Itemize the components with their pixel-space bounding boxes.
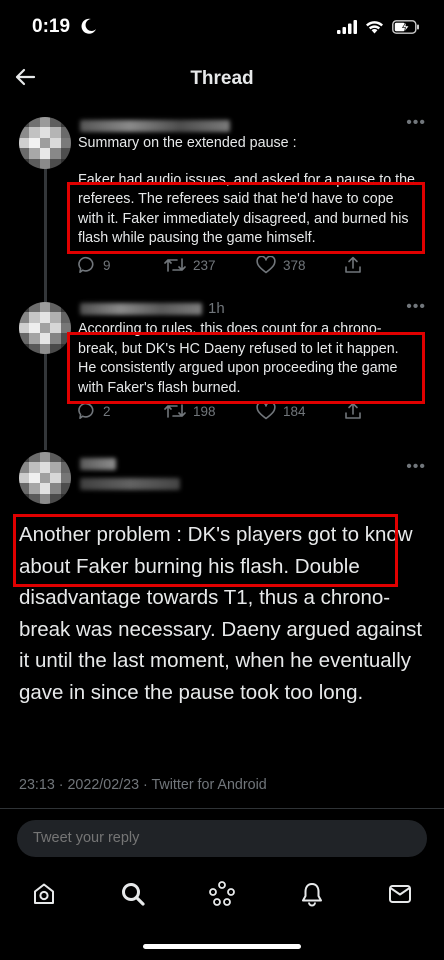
status-time: 0:19 [32,16,71,37]
divider [0,808,444,809]
tweet-time: 1h [208,300,225,317]
share-icon [345,256,361,273]
nav-messages[interactable] [386,880,414,908]
tweet-metadata: 23:13 · 2022/02/23 · Twitter for Android [19,777,267,793]
like-count: 378 [283,257,306,273]
avatar[interactable] [19,117,71,169]
tweet-actions: 9 237 378 [78,256,378,278]
retweet-button[interactable]: 198 [164,402,216,420]
pixelated-avatar-image [19,452,71,504]
thread-header: Thread [0,56,444,102]
share-button[interactable] [344,256,362,274]
highlight-box [67,182,425,254]
highlight-box [67,332,425,404]
retweet-count: 237 [193,257,216,273]
messages-icon [389,885,411,903]
more-options-button[interactable]: ••• [406,459,426,475]
retweet-count: 198 [193,403,216,419]
reply-count: 2 [103,403,111,419]
reply-count: 9 [103,257,111,273]
share-icon [345,402,361,419]
heart-icon [256,256,276,274]
nav-spaces[interactable] [208,880,236,908]
like-count: 184 [283,403,306,419]
avatar[interactable] [19,302,71,354]
home-icon [34,883,54,904]
heart-icon [256,402,276,420]
notifications-icon [302,883,322,907]
pixelated-avatar-image [19,117,71,169]
blurred-display-name [80,458,116,470]
reply-button[interactable]: 2 [78,402,111,420]
tweet-actions: 2 198 184 [78,402,378,424]
retweet-button[interactable]: 237 [164,256,216,274]
blurred-username [80,120,230,132]
reply-input[interactable] [33,830,393,846]
more-options-button[interactable]: ••• [406,299,426,315]
reply-icon [78,256,94,273]
pixelated-avatar-image [19,302,71,354]
spaces-icon [209,881,235,906]
signal-icon [337,20,357,34]
status-bar: 0:19 [0,0,444,56]
share-button[interactable] [344,402,362,420]
moon-icon [81,18,96,34]
reply-box[interactable] [17,820,427,857]
search-icon [122,883,145,906]
retweet-icon [164,404,186,418]
retweet-icon [164,258,186,272]
highlight-box [13,514,398,587]
page-title: Thread [190,68,254,89]
tweet-paragraph: Summary on the extended pause : [78,135,297,151]
battery-icon [392,20,419,34]
avatar[interactable] [19,452,71,504]
reply-button[interactable]: 9 [78,256,111,274]
like-button[interactable]: 184 [256,402,306,420]
blurred-handle [80,478,180,490]
nav-search[interactable] [119,880,147,908]
reply-icon [78,402,94,419]
bottom-nav [0,866,444,922]
status-icons [337,18,420,36]
home-indicator[interactable] [143,944,301,949]
nav-notifications[interactable] [298,880,326,908]
blurred-username [80,303,202,315]
nav-home[interactable] [30,880,58,908]
wifi-icon [366,21,383,34]
like-button[interactable]: 378 [256,256,306,274]
more-options-button[interactable]: ••• [406,115,426,131]
